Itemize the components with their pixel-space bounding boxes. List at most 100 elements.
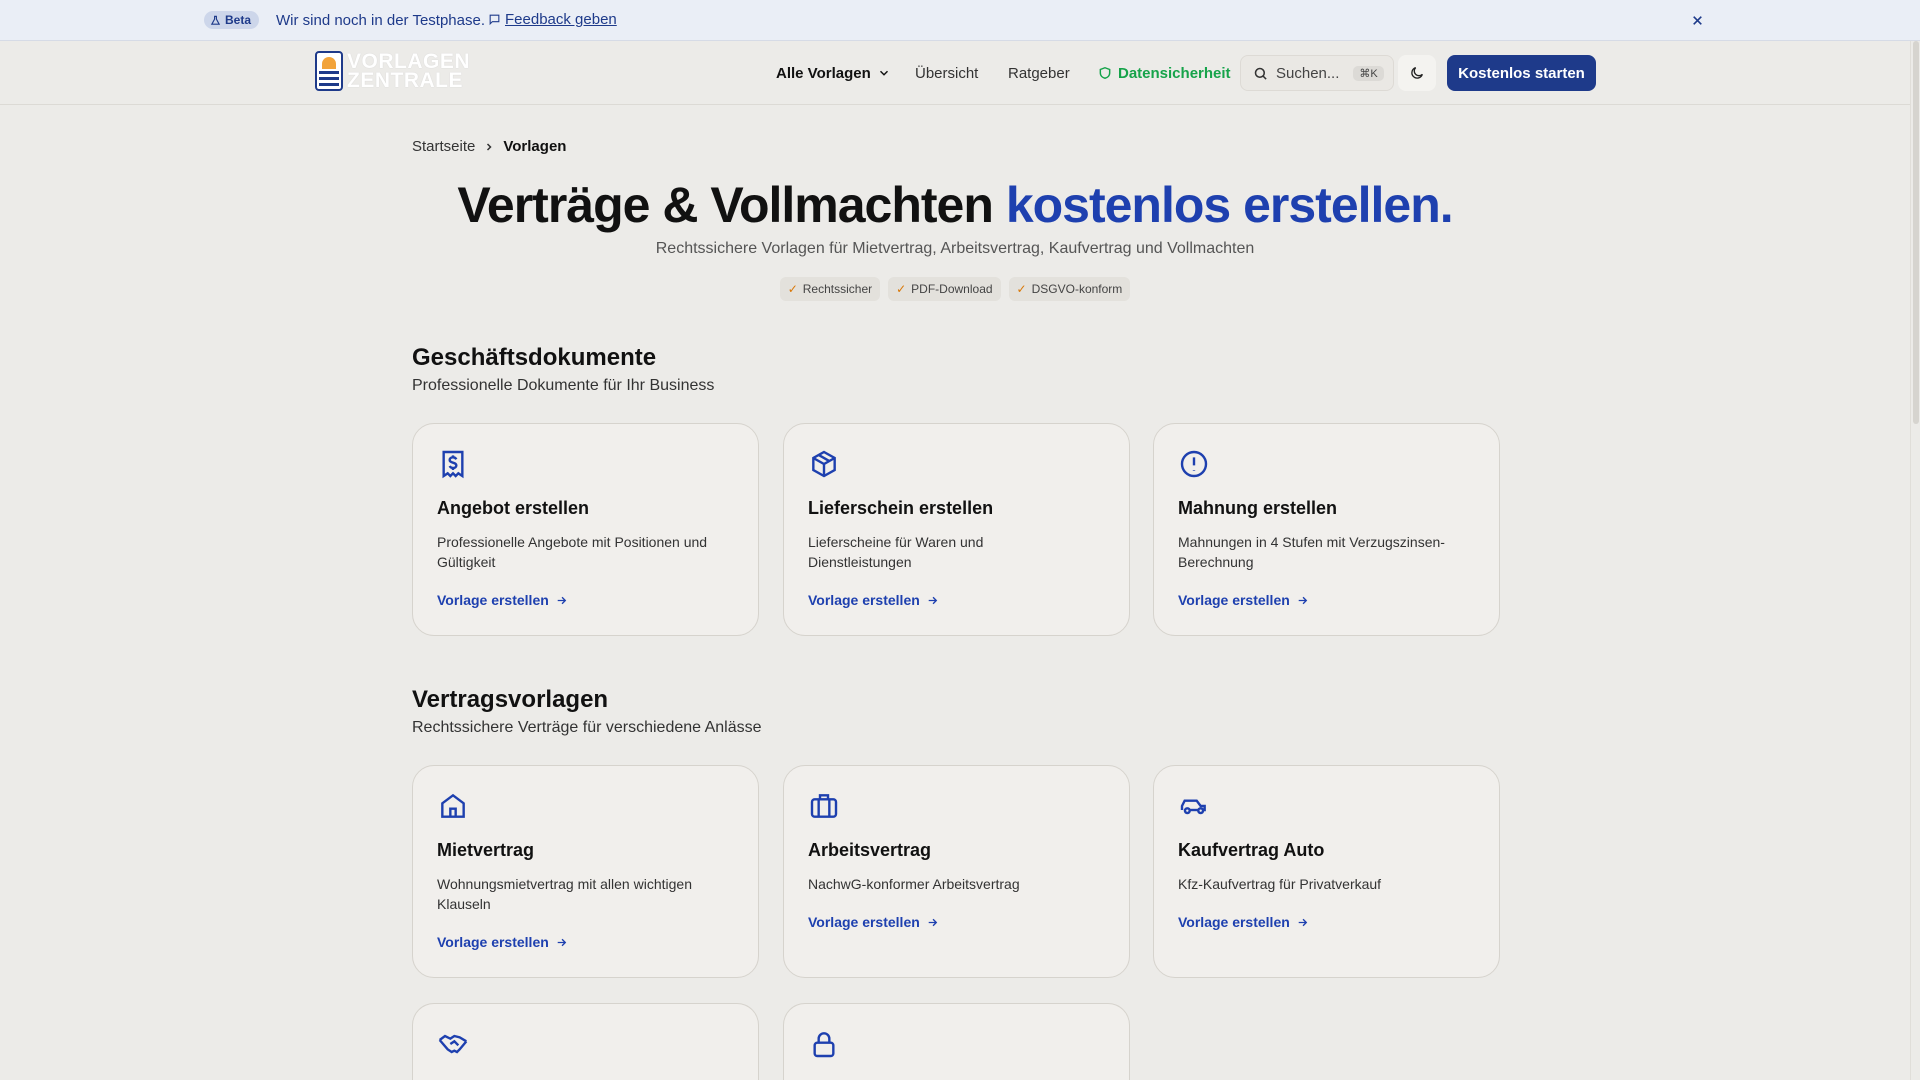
card-title: Angebot erstellen <box>437 498 590 518</box>
check-icon: ✓ <box>896 282 907 296</box>
check-icon: ✓ <box>787 282 798 296</box>
car-icon <box>1180 799 1206 815</box>
feature-badge-label: PDF-Download <box>911 282 993 296</box>
search-icon <box>1254 67 1267 80</box>
logo-line2: ZENTRALE <box>347 69 463 92</box>
page-subtitle: Rechtssichere Vorlagen für Mietvertrag, … <box>655 240 1255 257</box>
close-icon[interactable] <box>1688 11 1706 29</box>
message-icon <box>489 14 500 26</box>
beta-badge: Beta <box>204 11 260 29</box>
briefcase-icon <box>810 794 838 818</box>
card-title: Arbeitsvertrag <box>808 840 932 860</box>
card-link-label: Vorlage erstellen <box>437 934 549 950</box>
card-description: Kfz-Kaufvertrag für Privatverkauf <box>1178 876 1382 892</box>
feature-badge-label: Rechtssicher <box>802 282 873 296</box>
card-link[interactable]: Vorlage erstellen <box>1178 914 1309 930</box>
beta-banner: Beta Wir sind noch in der Testphase. Fee… <box>0 0 1920 41</box>
feature-badges: ✓ Rechtssicher ✓ PDF-Download ✓ DSGVO-konfo… <box>0 277 1910 301</box>
section-title: Geschäftsdokumente <box>412 344 657 371</box>
moon-icon <box>1411 67 1423 79</box>
card-link[interactable]: Vorlage erstellen <box>808 592 939 608</box>
card-description: Mahnungen in 4 Stufen mit Verzugszinsen-… <box>1178 534 1445 570</box>
lock-icon <box>813 1032 835 1058</box>
breadcrumb-current: Vorlagen <box>503 138 567 155</box>
template-card-arbeitsvertrag[interactable]: Arbeitsvertrag NachwG-konformer Arbeitsv… <box>783 765 1130 978</box>
alert-circle-icon <box>1180 450 1208 478</box>
card-link-label: Vorlage erstellen <box>1178 914 1290 930</box>
search-shortcut: ⌘K <box>1353 65 1384 81</box>
handshake-icon <box>438 1034 468 1054</box>
section-subtitle: Professionelle Dokumente für Ihr Busines… <box>412 377 715 394</box>
feature-badge: ✓ PDF-Download <box>888 277 1001 301</box>
card-description: Lieferscheine für Waren und Dienstleistu… <box>808 534 984 570</box>
feature-badge-label: DSGVO-konform <box>1031 282 1123 296</box>
feedback-link[interactable]: Feedback geben <box>488 11 617 28</box>
card-link[interactable]: Vorlage erstellen <box>437 934 568 950</box>
card-link-label: Vorlage erstellen <box>437 592 549 608</box>
template-card[interactable] <box>412 1003 759 1080</box>
card-description: NachwG-konformer Arbeitsvertrag <box>808 876 1020 892</box>
nav-ratgeber-label: Ratgeber <box>1008 64 1070 82</box>
check-icon: ✓ <box>1016 282 1027 296</box>
arrow-right-icon <box>1298 918 1308 926</box>
nav-uebersicht-label: Übersicht <box>915 64 979 82</box>
template-card-mietvertrag[interactable]: Mietvertrag Wohnungsmietvertrag mit alle… <box>412 765 759 978</box>
chevron-right-icon <box>487 142 492 151</box>
search-input[interactable]: Suchen... ⌘K <box>1240 55 1394 91</box>
feature-badge: ✓ DSGVO-konform <box>1008 277 1131 301</box>
nav-uebersicht[interactable]: Übersicht <box>915 57 978 89</box>
feature-badge: ✓ Rechtssicher <box>779 277 881 301</box>
arrow-right-icon <box>557 938 567 946</box>
logo-icon <box>315 51 343 91</box>
arrow-right-icon <box>557 596 567 604</box>
search-placeholder: Suchen... <box>1276 64 1340 82</box>
beta-badge-label: Beta <box>225 13 252 27</box>
card-link-label: Vorlage erstellen <box>1178 592 1290 608</box>
page-title: Verträge & Vollmachten kostenlos erstell… <box>0 176 1910 234</box>
card-title: Lieferschein erstellen <box>808 498 994 518</box>
card-link-label: Vorlage erstellen <box>808 914 920 930</box>
shield-icon <box>1099 66 1111 80</box>
page-title-accent: kostenlos erstellen. <box>1005 177 1454 233</box>
card-description: Professionelle Angebote mit Positionen u… <box>437 534 708 570</box>
package-icon <box>812 450 836 478</box>
nav-datensicherheit[interactable]: Datensicherheit <box>1098 57 1231 89</box>
card-title: Mietvertrag <box>437 840 535 860</box>
template-card-mahnung[interactable]: Mahnung erstellen Mahnungen in 4 Stufen … <box>1153 423 1500 636</box>
card-description: Wohnungsmietvertrag mit allen wichtigen … <box>437 876 692 912</box>
feedback-link-label: Feedback geben <box>505 11 617 28</box>
home-icon <box>441 793 465 818</box>
template-card-angebot[interactable]: Angebot erstellen Professionelle Angebot… <box>412 423 759 636</box>
card-link[interactable]: Vorlage erstellen <box>1178 592 1309 608</box>
nav-datensicherheit-label: Datensicherheit <box>1118 64 1231 82</box>
arrow-right-icon <box>928 596 938 604</box>
flask-icon <box>210 15 221 25</box>
nav-alle-vorlagen-label: Alle Vorlagen <box>776 64 871 82</box>
cta-button[interactable]: Kostenlos starten <box>1447 55 1596 91</box>
site-header: VORLAGEN ZENTRALE Alle Vorlagen Übersich… <box>0 41 1910 105</box>
nav-ratgeber[interactable]: Ratgeber <box>1008 57 1070 89</box>
template-card-lieferschein[interactable]: Lieferschein erstellen Lieferscheine für… <box>783 423 1130 636</box>
scrollbar[interactable] <box>1910 41 1920 1080</box>
section-subtitle: Rechtssichere Verträge für verschiedene … <box>412 719 762 736</box>
nav-alle-vorlagen[interactable]: Alle Vorlagen <box>776 57 891 89</box>
card-title: Mahnung erstellen <box>1178 498 1338 518</box>
card-link-label: Vorlage erstellen <box>808 592 920 608</box>
theme-toggle-button[interactable] <box>1398 55 1436 91</box>
section-title: Vertragsvorlagen <box>412 686 609 713</box>
breadcrumb: Startseite Vorlagen <box>412 138 566 155</box>
arrow-right-icon <box>1298 596 1308 604</box>
card-link[interactable]: Vorlage erstellen <box>808 914 939 930</box>
arrow-right-icon <box>928 918 938 926</box>
logo[interactable]: VORLAGEN ZENTRALE <box>315 51 470 91</box>
template-card[interactable] <box>783 1003 1130 1080</box>
breadcrumb-home[interactable]: Startseite <box>412 138 475 155</box>
receipt-dollar-icon <box>442 450 464 479</box>
template-card-kaufvertrag-auto[interactable]: Kaufvertrag Auto Kfz-Kaufvertrag für Pri… <box>1153 765 1500 978</box>
beta-message: Wir sind noch in der Testphase. <box>276 12 485 29</box>
page-title-main: Verträge & Vollmachten <box>457 177 994 233</box>
scrollbar-thumb[interactable] <box>1913 41 1919 424</box>
card-title: Kaufvertrag Auto <box>1178 840 1325 860</box>
chevron-down-icon <box>879 70 888 76</box>
card-link[interactable]: Vorlage erstellen <box>437 592 568 608</box>
